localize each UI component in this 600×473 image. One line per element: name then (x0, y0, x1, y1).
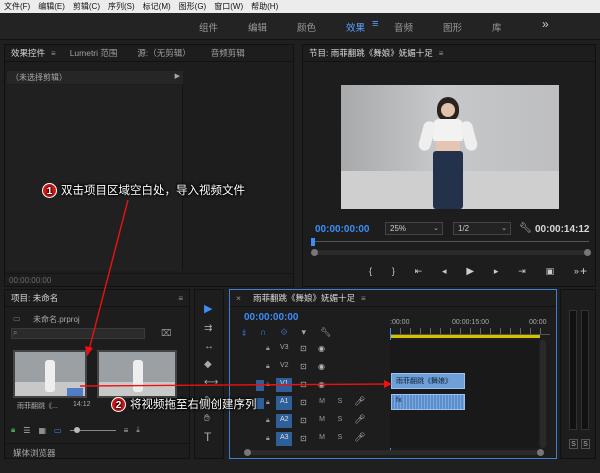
callout-2-number: 2 (111, 396, 126, 412)
callout-1-number: 1 (42, 182, 57, 198)
callout-1: 1 双击项目区域空白处，导入视频文件 (42, 182, 245, 198)
callout-2: 2 将视频拖至右侧创建序列 (111, 396, 257, 412)
arrow-1-head (85, 346, 93, 356)
callout-2-text: 将视频拖至右侧创建序列 (130, 399, 257, 411)
callout-1-text: 双击项目区域空白处，导入视频文件 (61, 185, 245, 197)
annotation-arrows (79, 199, 392, 388)
arrow-2-head (384, 380, 392, 388)
arrow-2-line (79, 383, 387, 387)
arrow-1-line (88, 199, 129, 351)
